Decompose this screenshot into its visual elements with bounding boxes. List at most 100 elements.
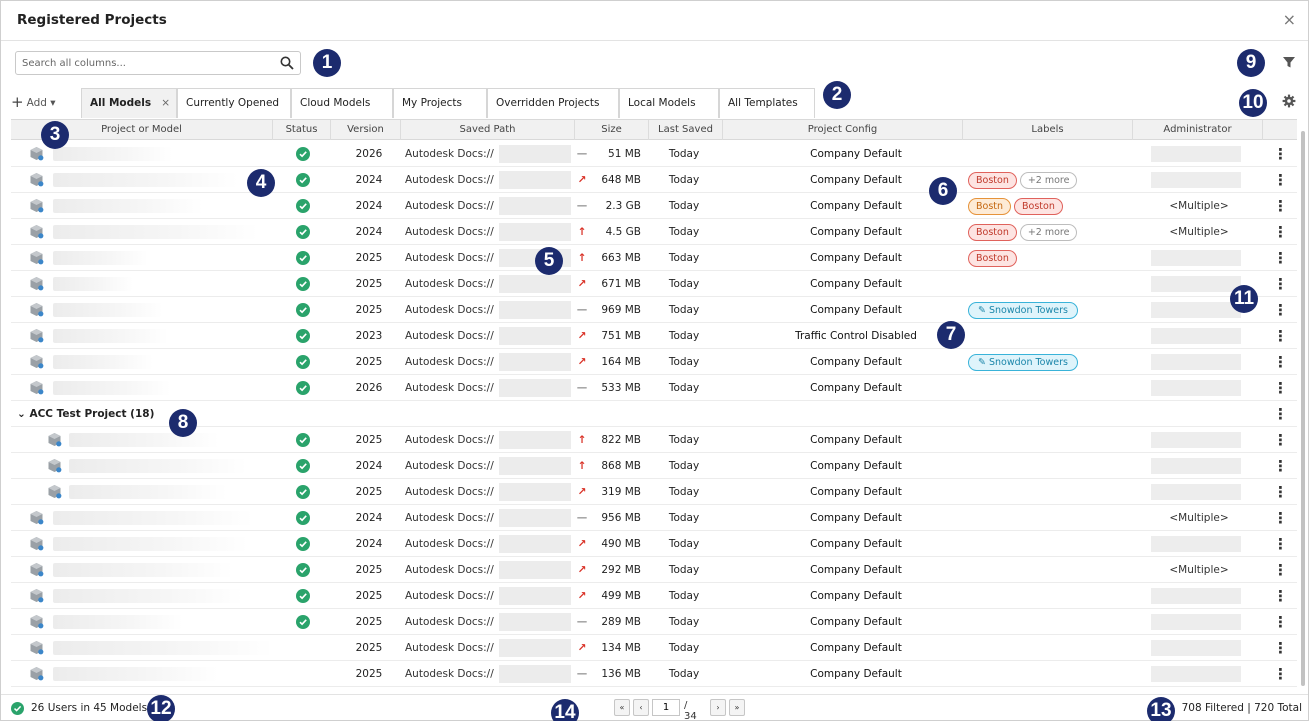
kebab-menu-icon[interactable]: ⋮	[1273, 609, 1288, 635]
table-row[interactable]: 2026 Autodesk Docs:// — 51 MB Today Company D…	[11, 141, 1297, 167]
tab-all-templates[interactable]: All Templates	[719, 88, 815, 118]
tab-close-icon[interactable]: ×	[161, 89, 170, 117]
kebab-menu-icon[interactable]: ⋮	[1273, 453, 1288, 479]
path-redacted	[499, 171, 571, 189]
labels-cell	[968, 531, 1138, 557]
vertical-scrollbar[interactable]	[1301, 131, 1305, 686]
table-row[interactable]: 2026 Autodesk Docs:// — 533 MB Today Company …	[11, 375, 1297, 401]
col-header-saved-path[interactable]: Saved Path	[401, 120, 575, 140]
callout-11: 11	[1230, 285, 1258, 313]
table-row[interactable]: 2024 Autodesk Docs:// ↑ 4.5 GB Today Company …	[11, 219, 1297, 245]
projects-grid: Project or Model Status Version Saved Pa…	[11, 119, 1297, 693]
table-row[interactable]: 2025 Autodesk Docs:// ↑ 822 MB Today Company …	[11, 427, 1297, 453]
table-row[interactable]: 2025 Autodesk Docs:// — 969 MB Today Company …	[11, 297, 1297, 323]
col-header-project-config[interactable]: Project Config	[723, 120, 963, 140]
kebab-menu-icon[interactable]: ⋮	[1273, 297, 1288, 323]
check-circle-icon	[296, 303, 310, 317]
label-chip[interactable]: +2 more	[1019, 224, 1078, 241]
col-header-labels[interactable]: Labels	[963, 120, 1133, 140]
label-chip[interactable]: Boston	[968, 172, 1017, 189]
add-button[interactable]: + Add ▾	[11, 93, 56, 111]
kebab-menu-icon[interactable]: ⋮	[1273, 557, 1288, 583]
col-header-size[interactable]: Size	[575, 120, 649, 140]
size-trend-icon: ↗	[577, 278, 587, 290]
project-name-redacted	[53, 589, 243, 603]
close-button[interactable]: ×	[1283, 10, 1296, 29]
table-row[interactable]: 2024 Autodesk Docs:// ↗ 490 MB Today Company …	[11, 531, 1297, 557]
kebab-menu-icon[interactable]: ⋮	[1273, 245, 1288, 271]
group-row-acc-test-project[interactable]: ⌄ ACC Test Project (18) ⋮	[11, 401, 1297, 427]
check-circle-icon	[296, 355, 310, 369]
table-row[interactable]: 2025 Autodesk Docs:// ↗ 671 MB Today Company …	[11, 271, 1297, 297]
label-chip[interactable]: ✎ Snowdon Towers	[968, 302, 1078, 319]
label-chip[interactable]: Boston	[1014, 198, 1063, 215]
kebab-menu-icon[interactable]: ⋮	[1273, 635, 1288, 661]
size-trend-icon: —	[576, 512, 588, 524]
search-icon[interactable]	[279, 55, 295, 71]
label-chip[interactable]: Boston	[968, 250, 1017, 267]
table-row[interactable]: 2024 Autodesk Docs:// — 956 MB Today Company …	[11, 505, 1297, 531]
page-number-input[interactable]	[652, 699, 680, 716]
table-row[interactable]: 2025 Autodesk Docs:// ↑ 663 MB Today Company …	[11, 245, 1297, 271]
label-chip[interactable]: ✎ Snowdon Towers	[968, 354, 1078, 371]
labels-cell	[968, 557, 1138, 583]
tab-currently-opened[interactable]: Currently Opened	[177, 88, 291, 118]
last-page-button[interactable]: »	[729, 699, 745, 716]
filter-icon[interactable]	[1282, 55, 1296, 69]
tab-label: All Models	[90, 97, 152, 109]
tab-cloud-models[interactable]: Cloud Models	[291, 88, 393, 118]
col-header-version[interactable]: Version	[331, 120, 401, 140]
label-chip[interactable]: +2 more	[1019, 172, 1078, 189]
col-header-status[interactable]: Status	[273, 120, 331, 140]
saved-path-cell: Autodesk Docs://	[405, 538, 494, 550]
kebab-menu-icon[interactable]: ⋮	[1273, 193, 1288, 219]
table-row[interactable]: 2025 Autodesk Docs:// ↗ 292 MB Today Company …	[11, 557, 1297, 583]
labels-cell	[968, 323, 1138, 349]
kebab-menu-icon[interactable]: ⋮	[1273, 271, 1288, 297]
callout-4: 4	[247, 169, 275, 197]
gear-icon[interactable]	[1282, 94, 1296, 108]
table-row[interactable]: 2025 Autodesk Docs:// ↗ 499 MB Today Company …	[11, 583, 1297, 609]
table-row[interactable]: 2025 Autodesk Docs:// — 289 MB Today Company …	[11, 609, 1297, 635]
table-row[interactable]: 2024 Autodesk Docs://↗ 648 MB Today Company …	[11, 167, 1297, 193]
tab-my-projects[interactable]: My Projects	[393, 88, 487, 118]
kebab-menu-icon[interactable]: ⋮	[1273, 661, 1288, 687]
kebab-menu-icon[interactable]: ⋮	[1273, 349, 1288, 375]
prev-page-button[interactable]: ‹	[633, 699, 649, 716]
label-chip[interactable]: Bostn	[968, 198, 1012, 215]
kebab-menu-icon[interactable]: ⋮	[1273, 401, 1288, 427]
table-row[interactable]: 2023 Autodesk Docs:// ↗ 751 MB Today Traffic …	[11, 323, 1297, 349]
table-row[interactable]: 2025 Autodesk Docs:// ↗ 164 MB Today Company …	[11, 349, 1297, 375]
table-row[interactable]: 2025 Autodesk Docs:// — 136 MB Today Company …	[11, 661, 1297, 687]
tab-all-models[interactable]: All Models ×	[81, 88, 177, 118]
kebab-menu-icon[interactable]: ⋮	[1273, 141, 1288, 167]
kebab-menu-icon[interactable]: ⋮	[1273, 427, 1288, 453]
label-chip[interactable]: Boston	[968, 224, 1017, 241]
labels-cell	[968, 661, 1138, 687]
users-summary[interactable]: 26 Users in 45 Models	[31, 695, 147, 721]
check-circle-icon	[296, 173, 310, 187]
table-row[interactable]: 2024 Autodesk Docs:// ↑ 868 MB Today Company …	[11, 453, 1297, 479]
kebab-menu-icon[interactable]: ⋮	[1273, 479, 1288, 505]
search-input[interactable]	[22, 55, 272, 71]
table-row[interactable]: 2024 Autodesk Docs://—2.3 GB Today Company …	[11, 193, 1297, 219]
table-row[interactable]: 2025 Autodesk Docs:// ↗ 319 MB Today Company …	[11, 479, 1297, 505]
group-label[interactable]: ⌄ ACC Test Project (18)	[17, 401, 154, 427]
kebab-menu-icon[interactable]: ⋮	[1273, 323, 1288, 349]
search-box[interactable]	[15, 51, 301, 75]
kebab-menu-icon[interactable]: ⋮	[1273, 583, 1288, 609]
next-page-button[interactable]: ›	[710, 699, 726, 716]
first-page-button[interactable]: «	[614, 699, 630, 716]
tab-overridden-projects[interactable]: Overridden Projects	[487, 88, 619, 118]
kebab-menu-icon[interactable]: ⋮	[1273, 375, 1288, 401]
kebab-menu-icon[interactable]: ⋮	[1273, 531, 1288, 557]
tab-local-models[interactable]: Local Models	[619, 88, 719, 118]
col-header-last-saved[interactable]: Last Saved	[649, 120, 723, 140]
col-header-administrator[interactable]: Administrator	[1133, 120, 1263, 140]
size-cell: 164 MB	[601, 356, 641, 368]
kebab-menu-icon[interactable]: ⋮	[1273, 167, 1288, 193]
administrator-cell: <Multiple>	[1169, 512, 1229, 524]
kebab-menu-icon[interactable]: ⋮	[1273, 505, 1288, 531]
kebab-menu-icon[interactable]: ⋮	[1273, 219, 1288, 245]
table-row[interactable]: 2025 Autodesk Docs:// ↗ 134 MB Today Company …	[11, 635, 1297, 661]
